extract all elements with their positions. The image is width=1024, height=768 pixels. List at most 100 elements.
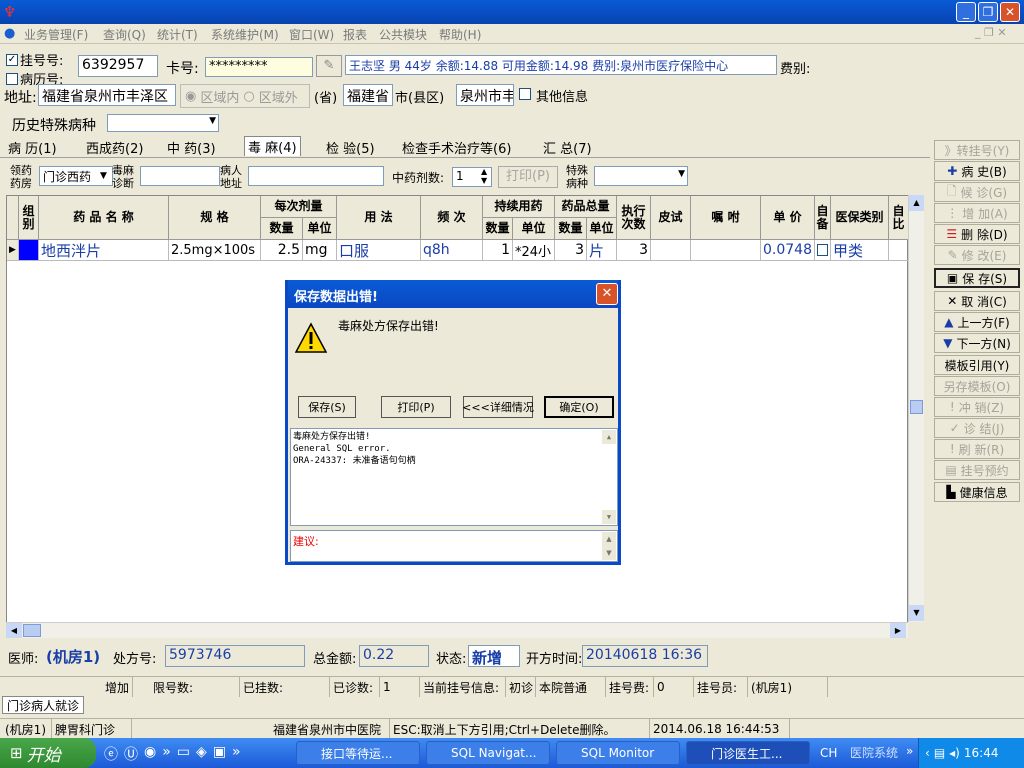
grid-vertical-scrollbar[interactable]: ▲ ▼ — [908, 195, 924, 622]
prev-rx-button[interactable]: ▲ 上一方(F) — [934, 312, 1020, 332]
scroll-thumb[interactable] — [910, 400, 923, 414]
template-use-button[interactable]: 模板引用(Y) — [934, 355, 1020, 375]
close-button[interactable]: ✕ — [1000, 2, 1020, 22]
history-button[interactable]: ✚ 病 史(B) — [934, 161, 1020, 181]
cell-self-checkbox[interactable] — [815, 240, 831, 261]
mdi-controls[interactable]: _ ❐ ✕ — [975, 26, 1007, 39]
scroll-right-icon[interactable]: ▶ — [890, 623, 906, 638]
card-reader-button[interactable]: ✎ — [316, 55, 342, 77]
cell-exec[interactable]: 3 — [617, 240, 651, 261]
cell-group[interactable] — [19, 240, 39, 261]
volume-icon[interactable]: ◂) — [949, 746, 960, 760]
cell-insurance-type[interactable]: 甲类 — [831, 240, 889, 261]
tab-procedures[interactable]: 检查手术治疗等(6) — [402, 138, 511, 157]
transfer-reg-button[interactable]: 》转挂号(Y) — [934, 140, 1020, 160]
cell-instructions[interactable] — [691, 240, 761, 261]
dialog-close-button[interactable]: ✕ — [596, 283, 618, 305]
record-checkbox[interactable] — [6, 72, 18, 85]
refresh-button[interactable]: ! 刷 新(R) — [934, 439, 1020, 459]
tab-lab[interactable]: 检 验(5) — [326, 138, 375, 157]
network-icon[interactable]: ▤ — [934, 746, 945, 760]
more-chevron-icon[interactable]: » — [906, 744, 913, 758]
history-select[interactable]: ▼ — [107, 114, 219, 132]
menu-window[interactable]: 窗口(W) — [289, 26, 334, 43]
task-sql-monitor[interactable]: SQL Monitor — [556, 741, 680, 765]
print-button[interactable]: 打印(P) — [498, 166, 558, 188]
next-rx-button[interactable]: ▼ 下一方(N) — [934, 333, 1020, 353]
cell-price[interactable]: 0.0748 — [761, 240, 815, 261]
restore-button[interactable]: ❐ — [978, 2, 998, 22]
menu-business[interactable]: 业务管理(F) — [24, 26, 88, 43]
suggest-scroll-down-icon[interactable]: ▼ — [602, 546, 616, 560]
menu-reports[interactable]: 报表 — [343, 26, 367, 43]
conclude-button[interactable]: ✓ 诊 结(J) — [934, 418, 1020, 438]
cell-dose-qty[interactable]: 2.5 — [261, 240, 303, 261]
add-button[interactable]: ⋮ 增 加(A) — [934, 203, 1020, 223]
suggestion-textarea[interactable]: 建议: ▲ ▼ — [290, 530, 618, 562]
scroll-down-icon[interactable]: ▼ — [909, 605, 924, 621]
error-detail-textarea[interactable]: 毒麻处方保存出错! General SQL error. ORA-24337: … — [290, 428, 618, 526]
edit-button[interactable]: ✎ 修 改(E) — [934, 245, 1020, 265]
more-chevron-icon[interactable]: » — [162, 744, 171, 764]
province-input[interactable]: 福建省 — [343, 84, 393, 106]
ie-icon[interactable]: ⓔ — [104, 744, 118, 764]
suggest-scroll-up-icon[interactable]: ▲ — [602, 532, 616, 546]
tab-narcotics[interactable]: 毒 麻(4) — [244, 136, 301, 156]
delete-button[interactable]: ☰ 删 除(D) — [934, 224, 1020, 244]
dialog-detail-button[interactable]: <<<详细情况 — [462, 396, 534, 418]
menu-query[interactable]: 查询(Q) — [103, 26, 146, 43]
cell-dur-qty[interactable]: 1 — [483, 240, 513, 261]
dialog-ok-button[interactable]: 确定(O) — [544, 396, 614, 418]
scroll-left-icon[interactable]: ◀ — [6, 623, 22, 638]
health-info-button[interactable]: ▙ 健康信息 — [934, 482, 1020, 502]
reg-number-input[interactable]: 6392957 — [78, 55, 158, 77]
cell-self-ratio[interactable] — [889, 240, 909, 261]
card-number-input[interactable]: ********* — [205, 57, 313, 77]
tab-medical-record[interactable]: 病 历(1) — [8, 138, 57, 157]
cell-dur-unit[interactable]: *24小 — [513, 240, 555, 261]
scroll-h-thumb[interactable] — [23, 624, 41, 637]
browser-icon[interactable]: ◉ — [144, 744, 156, 764]
address-input[interactable]: 福建省泉州市丰泽区 — [38, 84, 176, 106]
menu-maintenance[interactable]: 系统维护(M) — [211, 26, 279, 43]
appointment-button[interactable]: ▤ 挂号预约 — [934, 460, 1020, 480]
cell-dose-unit[interactable]: mg — [303, 240, 337, 261]
reverse-button[interactable]: ! 冲 销(Z) — [934, 397, 1020, 417]
cell-total-qty[interactable]: 3 — [555, 240, 587, 261]
start-button[interactable]: ⊞ 开始 — [0, 738, 96, 768]
dialog-print-button[interactable]: 打印(P) — [381, 396, 451, 418]
tab-summary[interactable]: 汇 总(7) — [543, 138, 592, 157]
task-sql-navigator[interactable]: SQL Navigat... — [426, 741, 550, 765]
stepper-arrows-icon[interactable]: ▲ ▼ — [481, 167, 487, 185]
minimize-button[interactable]: _ — [956, 2, 976, 22]
cell-skin-test[interactable] — [651, 240, 691, 261]
scroll-up-icon[interactable]: ▲ — [909, 195, 924, 211]
task-clinic-doctor[interactable]: 门诊医生工... — [686, 741, 810, 765]
qq-icon[interactable]: Ⓤ — [124, 744, 138, 764]
sys-toolbar-label[interactable]: 医院系统 — [850, 744, 898, 761]
cell-drug-name[interactable]: 地西泮片 — [39, 240, 169, 261]
tray-arrow-icon[interactable]: ‹ — [925, 746, 930, 760]
cell-spec[interactable]: 2.5mg×100s — [169, 240, 261, 261]
visit-window-tab[interactable]: 门诊病人就诊 — [2, 696, 85, 714]
menu-help[interactable]: 帮助(H) — [439, 26, 481, 43]
app-icon-2[interactable]: ◈ — [196, 744, 207, 764]
region-in-radio[interactable]: ◉ — [185, 89, 196, 104]
language-indicator[interactable]: CH — [820, 746, 837, 760]
dialog-save-button[interactable]: 保存(S) — [298, 396, 356, 418]
cancel-button[interactable]: ✕ 取 消(C) — [934, 291, 1020, 311]
desktop-icon[interactable]: ▭ — [177, 744, 190, 764]
app-icon-3[interactable]: ▣ — [213, 744, 226, 764]
more-chevron-icon[interactable]: » — [232, 744, 241, 764]
region-out-radio[interactable]: ○ — [243, 89, 254, 104]
cell-usage[interactable]: 口服 — [337, 240, 421, 261]
cell-frequency[interactable]: q8h — [421, 240, 483, 261]
detail-scroll-down-icon[interactable]: ▼ — [602, 510, 616, 524]
cell-total-unit[interactable]: 片 — [587, 240, 617, 261]
city-input[interactable]: 泉州市丰 — [456, 84, 514, 106]
diagnosis-input[interactable] — [140, 166, 220, 186]
detail-scroll-up-icon[interactable]: ▲ — [602, 430, 616, 444]
other-info-checkbox[interactable] — [519, 88, 531, 100]
menu-public[interactable]: 公共模块 — [379, 26, 427, 43]
reg-checkbox[interactable]: ✓ — [6, 53, 18, 66]
